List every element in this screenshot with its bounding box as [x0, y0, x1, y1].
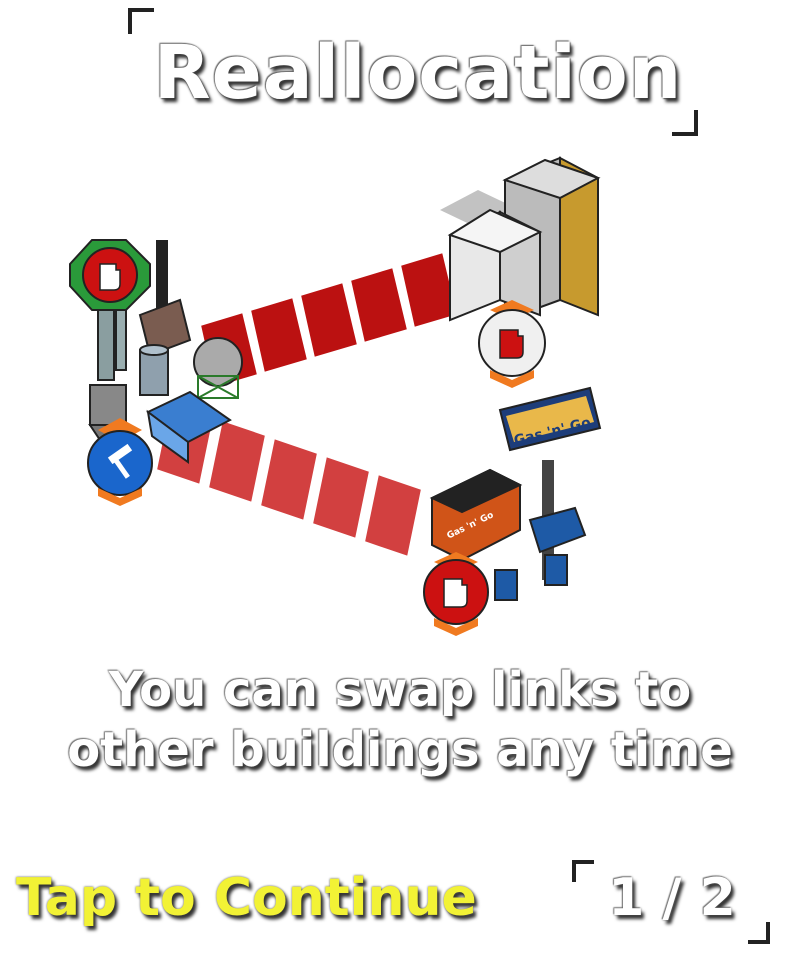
fuel-nozzle-icon — [423, 552, 489, 636]
tap-to-continue-button[interactable]: Tap to Continue — [16, 868, 477, 928]
page-indicator: 1 / 2 — [608, 868, 736, 928]
footer: Tap to Continue 1 / 2 — [0, 858, 800, 948]
instruction-line-1: You can swap links to — [108, 662, 692, 718]
page-bracket-bottom-right — [748, 922, 770, 944]
page-title: Reallocation — [153, 30, 683, 116]
page-indicator-frame: 1 / 2 — [572, 860, 770, 944]
fuel-nozzle-icon — [69, 239, 151, 311]
instruction-line-2: other buildings any time — [67, 722, 733, 778]
instruction-text: You can swap links to other buildings an… — [30, 660, 770, 780]
reallocation-illustration: Gas 'n' Go Gas 'n' Go — [69, 156, 602, 636]
title-bracket-bottom-right — [672, 110, 698, 136]
title-frame: Reallocation — [128, 8, 698, 136]
city-building — [440, 156, 601, 322]
